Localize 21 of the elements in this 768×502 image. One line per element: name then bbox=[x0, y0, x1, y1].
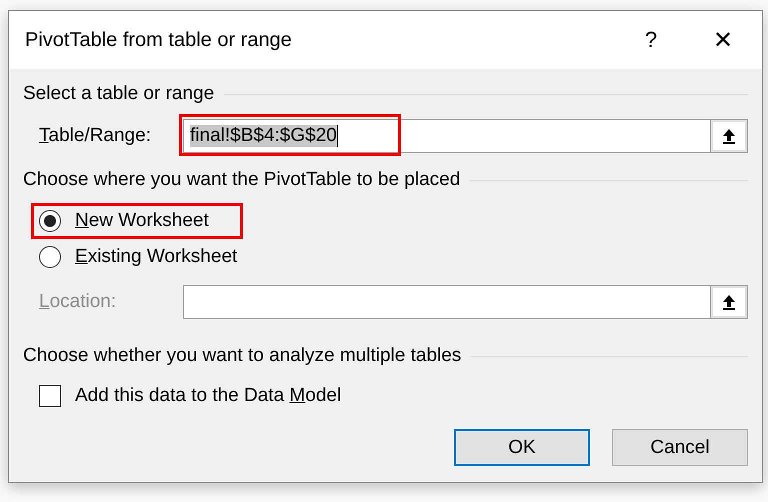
location-field[interactable] bbox=[183, 285, 710, 319]
section-heading: Choose where you want the PivotTable to be placed bbox=[23, 169, 460, 191]
checkbox-label[interactable]: Add this data to the Data Model bbox=[75, 385, 342, 407]
upload-arrow-icon bbox=[722, 294, 736, 310]
help-button[interactable]: ? bbox=[626, 20, 676, 60]
option-label[interactable]: Existing Worksheet bbox=[75, 246, 238, 268]
radio-button[interactable] bbox=[39, 210, 61, 232]
section-heading: Select a table or range bbox=[23, 83, 214, 105]
checkbox[interactable] bbox=[39, 385, 61, 407]
cancel-button[interactable]: Cancel bbox=[612, 429, 748, 466]
collapse-dialog-button[interactable] bbox=[710, 285, 748, 319]
upload-arrow-icon bbox=[722, 128, 736, 144]
field-label: Location: bbox=[38, 291, 118, 313]
ok-button[interactable]: OK bbox=[454, 429, 590, 466]
collapse-dialog-button[interactable] bbox=[710, 119, 748, 153]
radio-button[interactable] bbox=[39, 246, 61, 268]
section-heading: Choose whether you want to analyze multiple tables bbox=[23, 345, 462, 367]
option-label[interactable]: New Worksheet bbox=[75, 210, 209, 232]
window-title: PivotTable from table or range bbox=[25, 28, 293, 52]
field-label: Table/Range: bbox=[38, 125, 152, 147]
close-button[interactable]: ✕ bbox=[698, 20, 748, 60]
